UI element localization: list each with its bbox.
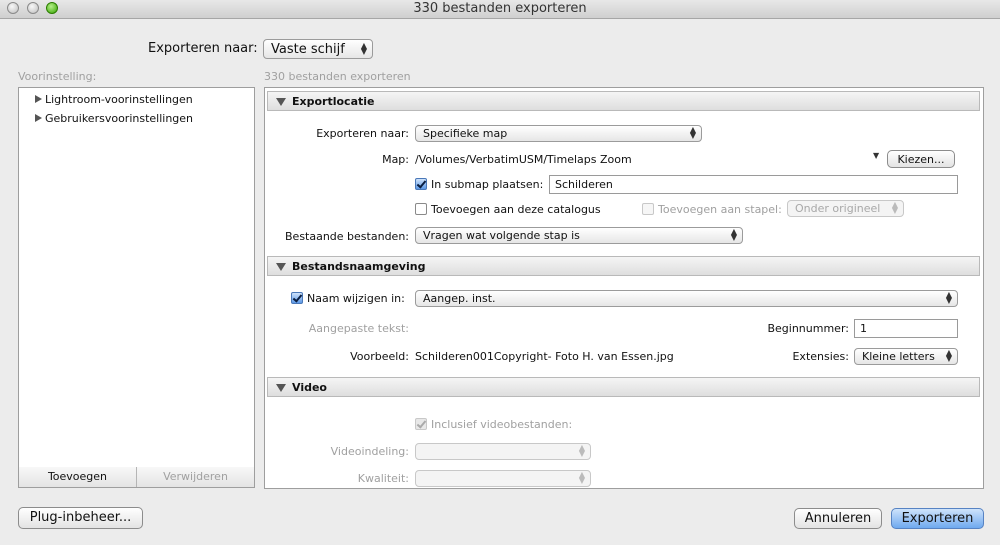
export-destination-popup[interactable]: Vaste schijf ▲ ▼: [263, 39, 373, 59]
updown-arrows-icon: ▲ ▼: [945, 348, 952, 363]
updown-arrows-icon: ▲ ▼: [891, 200, 898, 215]
rename-checkbox[interactable]: [291, 292, 303, 304]
updown-arrows-icon: ▲ ▼: [578, 470, 585, 485]
location-export-to-label: Exporteren naar:: [316, 127, 409, 140]
cancel-button[interactable]: Annuleren: [794, 508, 882, 529]
folder-path: /Volumes/VerbatimUSM/Timelaps Zoom: [415, 153, 632, 166]
export-destination-value: Vaste schijf: [271, 42, 345, 57]
preset-folder-lightroom[interactable]: Lightroom-voorinstellingen: [35, 93, 193, 106]
disclosure-triangle-icon: [35, 114, 42, 122]
presets-label: Voorinstelling:: [18, 70, 97, 83]
video-quality-label: Kwaliteit:: [357, 472, 409, 485]
preset-folder-user[interactable]: Gebruikersvoorinstellingen: [35, 112, 193, 125]
choose-folder-button[interactable]: Kiezen...: [887, 150, 955, 168]
existing-files-popup[interactable]: Vragen wat volgende stap is ▲ ▼: [415, 227, 743, 244]
disclosure-triangle-icon: [276, 263, 286, 271]
updown-arrows-icon: ▲ ▼: [689, 125, 696, 140]
disclosure-triangle-icon: [276, 98, 286, 106]
folder-label: Map:: [382, 153, 409, 166]
preset-buttons-bar: Toevoegen Verwijderen: [18, 467, 255, 488]
rename-template-popup[interactable]: Aangep. inst. ▲ ▼: [415, 290, 958, 307]
updown-arrows-icon: ▲ ▼: [945, 290, 952, 305]
custom-text-label: Aangepaste tekst:: [308, 322, 409, 335]
title-bar: 330 bestanden exporteren: [0, 0, 1000, 19]
extensions-label: Extensies:: [792, 350, 849, 363]
section-header-file-naming[interactable]: Bestandsnaamgeving: [267, 256, 980, 276]
add-to-catalog-label: Toevoegen aan deze catalogus: [431, 203, 601, 216]
updown-arrows-icon: ▲ ▼: [578, 443, 585, 458]
subfolder-label: In submap plaatsen:: [431, 178, 544, 191]
start-number-input[interactable]: 1: [854, 319, 958, 338]
top-export-to-label: Exporteren naar:: [148, 41, 258, 56]
remove-preset-button[interactable]: Verwijderen: [137, 467, 254, 487]
recent-folders-triangle-icon[interactable]: ▼: [873, 151, 879, 160]
video-format-label: Videoindeling:: [330, 445, 409, 458]
add-preset-button[interactable]: Toevoegen: [19, 467, 137, 487]
export-settings-panel: Exportlocatie Exporteren naar: Specifiek…: [264, 87, 984, 489]
example-label: Voorbeeld:: [350, 350, 409, 363]
subfolder-checkbox[interactable]: [415, 178, 427, 190]
add-to-stack-label: Toevoegen aan stapel:: [658, 203, 782, 216]
presets-list[interactable]: Lightroom-voorinstellingen Gebruikersvoo…: [18, 87, 255, 469]
existing-files-label: Bestaande bestanden:: [285, 230, 409, 243]
disclosure-triangle-icon: [276, 384, 286, 392]
disclosure-triangle-icon: [35, 95, 42, 103]
section-header-export-location[interactable]: Exportlocatie: [267, 91, 980, 111]
include-video-label: Inclusief videobestanden:: [431, 418, 573, 431]
updown-arrows-icon: ▲ ▼: [730, 227, 737, 242]
start-number-label: Beginnummer:: [767, 322, 849, 335]
updown-arrows-icon: ▲ ▼: [360, 41, 367, 56]
section-header-video[interactable]: Video: [267, 377, 980, 397]
location-export-to-popup[interactable]: Specifieke map ▲ ▼: [415, 125, 702, 142]
video-quality-popup[interactable]: ▲ ▼: [415, 470, 591, 487]
include-video-checkbox[interactable]: [415, 418, 427, 430]
rename-label: Naam wijzigen in:: [307, 292, 405, 305]
export-count-label: 330 bestanden exporteren: [264, 70, 411, 83]
add-to-catalog-checkbox[interactable]: [415, 203, 427, 215]
export-button[interactable]: Exporteren: [891, 508, 984, 529]
video-format-popup[interactable]: ▲ ▼: [415, 443, 591, 460]
add-to-stack-checkbox[interactable]: [642, 203, 654, 215]
example-filename: Schilderen001Copyright- Foto H. van Esse…: [415, 350, 674, 363]
extensions-popup[interactable]: Kleine letters ▲ ▼: [854, 348, 958, 365]
stack-position-popup[interactable]: Onder origineel ▲ ▼: [787, 200, 904, 217]
subfolder-name-input[interactable]: Schilderen: [549, 175, 958, 194]
window-title: 330 bestanden exporteren: [413, 1, 587, 16]
plugin-manager-button[interactable]: Plug-inbeheer...: [18, 507, 143, 529]
